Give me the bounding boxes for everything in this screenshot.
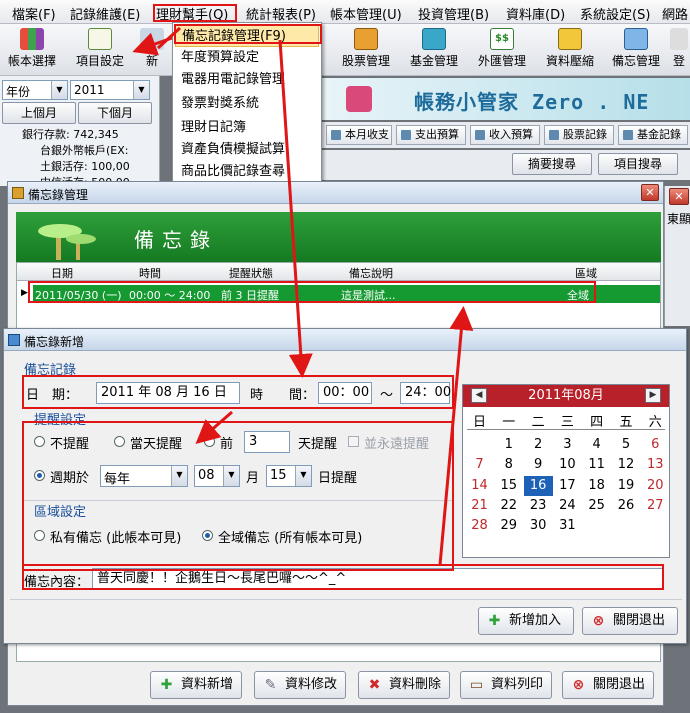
- annotation-arrows: [132, 26, 474, 566]
